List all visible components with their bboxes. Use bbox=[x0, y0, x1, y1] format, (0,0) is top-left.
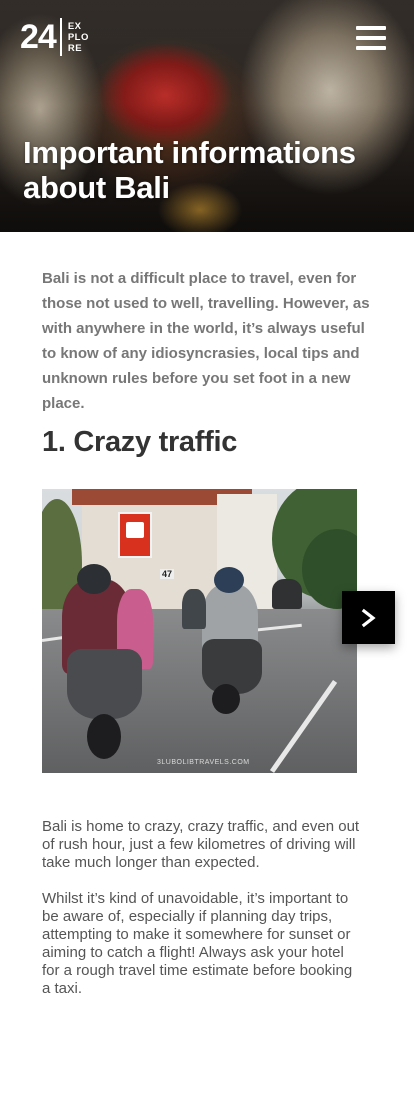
chevron-right-icon bbox=[361, 608, 376, 627]
logo-divider bbox=[59, 18, 62, 56]
hamburger-menu-icon[interactable] bbox=[356, 26, 386, 50]
traffic-photo: 47 3LUBOLIBTRAVELS.COM bbox=[42, 489, 357, 773]
logo-line: EX bbox=[67, 20, 82, 32]
logo-wordmark: EX PLO RE bbox=[68, 21, 89, 54]
section-title: 1. Crazy traffic bbox=[42, 426, 238, 458]
photo-watermark: 3LUBOLIBTRAVELS.COM bbox=[157, 759, 250, 766]
sign-number: 47 bbox=[160, 569, 175, 579]
shop-sign bbox=[118, 512, 152, 558]
page-title: Important informations about Bali bbox=[23, 135, 356, 205]
body-paragraph: Bali is home to crazy, crazy traffic, an… bbox=[42, 818, 360, 871]
logo-line: RE bbox=[67, 42, 83, 54]
site-logo[interactable]: 24 EX PLO RE bbox=[20, 18, 89, 56]
hero-banner: 24 EX PLO RE Important informations abou… bbox=[0, 0, 414, 232]
intro-paragraph: Bali is not a difficult place to travel,… bbox=[42, 270, 370, 412]
next-slide-button[interactable] bbox=[342, 591, 395, 644]
body-paragraph: Whilst it’s kind of unavoidable, it’s im… bbox=[42, 890, 353, 997]
logo-number: 24 bbox=[20, 18, 57, 56]
logo-line: PLO bbox=[67, 31, 89, 43]
